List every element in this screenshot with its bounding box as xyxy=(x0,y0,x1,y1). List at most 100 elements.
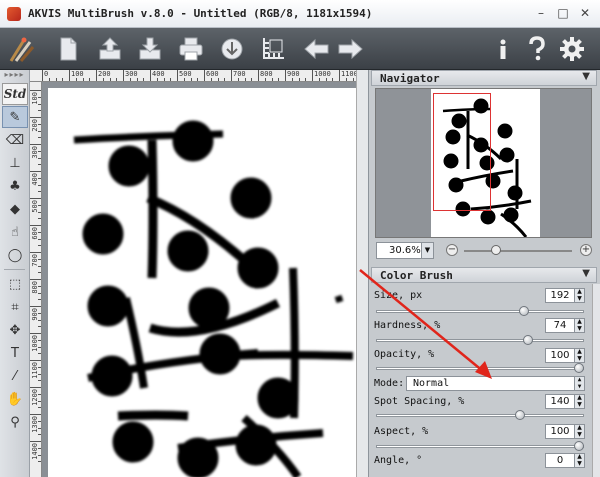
eraser-tool-icon[interactable]: ⌫ xyxy=(2,129,28,151)
param-value-field[interactable]: 192 ▲ ▼ xyxy=(545,288,585,303)
ruler-minor-tick xyxy=(129,78,131,81)
info-icon[interactable] xyxy=(488,34,518,64)
param-label: Angle, ° xyxy=(374,455,423,466)
ruler-label: 700 xyxy=(31,254,39,267)
zoom-out-button[interactable]: − xyxy=(446,244,458,256)
ruler-tick xyxy=(30,144,41,145)
zoom-value: 30.6% xyxy=(389,245,421,256)
ruler-tick xyxy=(30,225,41,226)
spinner-icon[interactable]: ▲ ▼ xyxy=(574,453,584,467)
ruler-minor-tick xyxy=(298,78,300,81)
ruler-label: 300 xyxy=(31,146,39,159)
undo-icon[interactable] xyxy=(302,34,332,64)
navigator-title: Navigator xyxy=(380,72,440,85)
navigator-viewport-frame[interactable] xyxy=(433,93,491,211)
param-slider-thumb[interactable] xyxy=(522,335,533,345)
ruler-label: 300 xyxy=(125,70,138,78)
spinner-icon[interactable]: ▲ ▼ xyxy=(574,288,584,302)
ruler-label: 100 xyxy=(31,92,39,105)
zoom-slider-thumb[interactable] xyxy=(491,245,501,255)
param-value-field[interactable]: 140 ▲ ▼ xyxy=(545,394,585,409)
color-brush-header[interactable]: Color Brush ▼ xyxy=(371,267,597,283)
ruler-minor-tick xyxy=(38,326,41,328)
zoom-field[interactable]: 30.6% ▼ xyxy=(376,242,434,259)
ruler-label: 200 xyxy=(98,70,111,78)
navigator-header[interactable]: Navigator ▼ xyxy=(371,70,597,86)
stamp-tool-icon[interactable]: ⊥ xyxy=(2,152,28,174)
ruler-tick xyxy=(258,70,259,81)
spinner-icon[interactable]: ▲ ▼ xyxy=(574,424,584,438)
select-tool-icon[interactable]: ⬚ xyxy=(2,273,28,295)
close-button[interactable]: ✕ xyxy=(578,6,592,20)
param-slider-track[interactable] xyxy=(376,310,584,313)
brush-tool-icon[interactable]: ✎ xyxy=(2,106,28,128)
ruler-label: 800 xyxy=(31,281,39,294)
ruler-minor-tick xyxy=(197,78,199,81)
mode-spinner[interactable]: ▲ ▼ xyxy=(574,376,584,390)
panel-grip[interactable]: ▸▸▸▸ xyxy=(0,70,29,82)
param-slider-track[interactable] xyxy=(376,367,584,370)
navigator-preview[interactable] xyxy=(375,88,592,238)
image-canvas[interactable] xyxy=(48,88,356,477)
mode-select[interactable]: Normal ▲ ▼ xyxy=(406,376,585,391)
smudge-tool-icon[interactable]: ☝ xyxy=(2,221,28,243)
std-mode-button[interactable]: Std xyxy=(2,83,28,105)
param-slider-track[interactable] xyxy=(376,339,584,342)
ruler-minor-tick xyxy=(278,78,280,81)
ruler-minor-tick xyxy=(38,137,41,139)
spinner-icon[interactable]: ▲ ▼ xyxy=(574,394,584,408)
canvas-size-icon[interactable] xyxy=(258,34,288,64)
crop-tool-icon[interactable]: ⌗ xyxy=(2,296,28,318)
ruler-minor-tick xyxy=(251,78,253,81)
settings-icon[interactable] xyxy=(557,34,587,64)
eyedropper-tool-icon[interactable]: ⁄ xyxy=(2,365,28,387)
param-value-field[interactable]: 74 ▲ ▼ xyxy=(545,318,585,333)
text-tool-icon[interactable]: T xyxy=(2,342,28,364)
param-value-field[interactable]: 100 ▲ ▼ xyxy=(545,424,585,439)
param-value: 192 xyxy=(550,290,570,301)
param-value-field[interactable]: 0 ▲ ▼ xyxy=(545,453,585,468)
main-toolbar xyxy=(0,28,600,70)
redo-icon[interactable] xyxy=(335,34,365,64)
ruler-tick xyxy=(30,306,41,307)
param-value-field[interactable]: 100 ▲ ▼ xyxy=(545,348,585,363)
param-slider-track[interactable] xyxy=(376,414,584,417)
param-slider-thumb[interactable] xyxy=(574,441,584,451)
lasso-tool-icon[interactable]: ◯ xyxy=(2,244,28,266)
clone-tool-icon[interactable]: ♣ xyxy=(2,175,28,197)
painted-strokes xyxy=(73,120,354,477)
zoom-slider-track[interactable] xyxy=(464,250,572,252)
collapse-arrow-icon[interactable]: ▼ xyxy=(582,268,590,279)
spinner-icon[interactable]: ▲ ▼ xyxy=(574,318,584,332)
param-value: 74 xyxy=(553,320,567,331)
param-slider-thumb[interactable] xyxy=(518,306,529,316)
hand-tool-icon[interactable]: ✋ xyxy=(2,388,28,410)
help-icon[interactable] xyxy=(522,34,552,64)
collapse-arrow-icon[interactable]: ▼ xyxy=(582,71,590,82)
canvas-area[interactable] xyxy=(42,82,356,477)
param-slider-thumb[interactable] xyxy=(574,363,584,373)
ruler-minor-tick xyxy=(163,78,165,81)
blur-tool-icon[interactable]: ◆ xyxy=(2,198,28,220)
save-icon[interactable] xyxy=(135,34,165,64)
param-slider-thumb[interactable] xyxy=(514,410,525,420)
import-icon[interactable] xyxy=(217,34,247,64)
open-icon[interactable] xyxy=(95,34,125,64)
print-icon[interactable] xyxy=(176,34,206,64)
zoom-tool-icon[interactable]: ⚲ xyxy=(2,411,28,433)
panel-scrollbar[interactable] xyxy=(592,284,600,477)
spinner-icon[interactable]: ▲ ▼ xyxy=(574,348,584,362)
ruler-tick xyxy=(30,117,41,118)
ruler-tick xyxy=(30,441,41,442)
maximize-button[interactable]: □ xyxy=(556,6,570,20)
new-document-icon[interactable] xyxy=(53,34,83,64)
move-tool-icon[interactable]: ✥ xyxy=(2,319,28,341)
canvas-scrollbar[interactable] xyxy=(356,70,368,477)
zoom-in-button[interactable]: + xyxy=(580,244,592,256)
brushes-logo-icon xyxy=(6,34,36,64)
ruler-label: 0 xyxy=(44,70,49,78)
param-slider-track[interactable] xyxy=(376,445,584,448)
zoom-dropdown-icon[interactable]: ▼ xyxy=(421,243,433,258)
ruler-minor-tick xyxy=(224,78,226,81)
minimize-button[interactable]: – xyxy=(534,6,548,20)
